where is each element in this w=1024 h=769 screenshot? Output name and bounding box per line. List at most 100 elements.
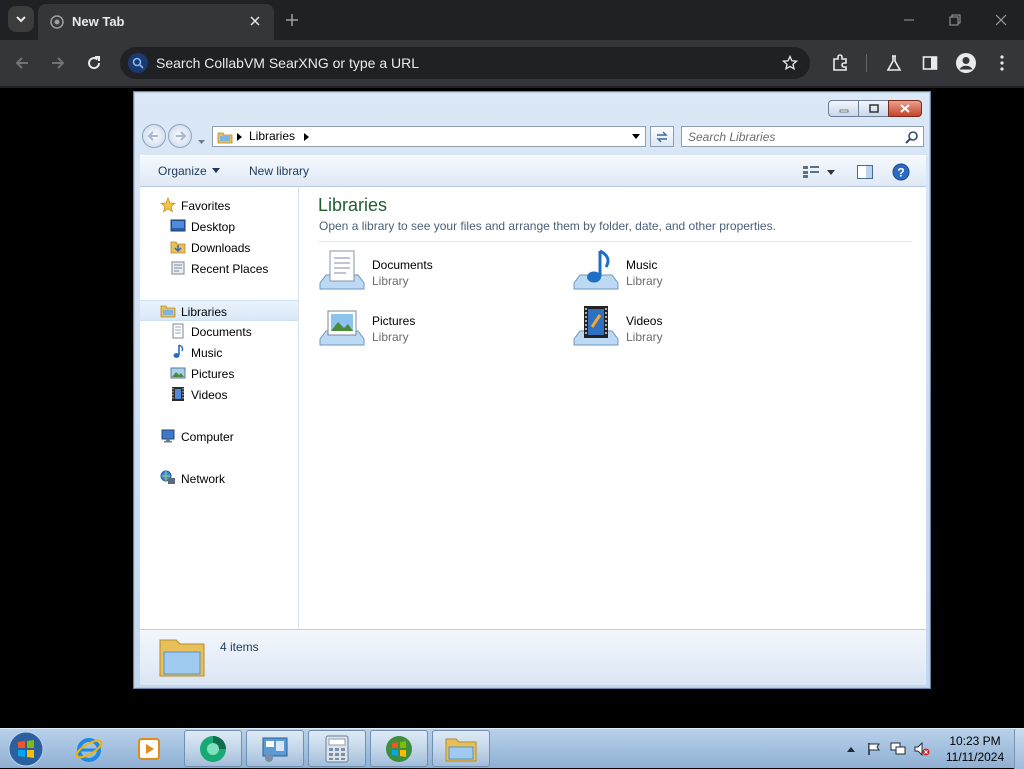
view-options-icon [803, 166, 819, 178]
item-count: 4 items [220, 640, 259, 654]
browser-frame: New Tab [0, 0, 1024, 88]
close-icon [900, 104, 910, 113]
minimize-button[interactable] [896, 8, 922, 32]
library-item-music[interactable]: Music Library [572, 249, 802, 299]
explorer-minimize-button[interactable] [828, 100, 858, 117]
taskbar-windows-app[interactable] [370, 730, 428, 767]
help-button[interactable]: ? [891, 163, 911, 181]
clock-date: 11/11/2024 [945, 750, 1005, 764]
explorer-forward-button[interactable] [168, 124, 192, 148]
tab-title: New Tab [72, 14, 125, 29]
breadcrumb-separator-icon[interactable] [304, 133, 309, 141]
reload-button[interactable] [81, 50, 107, 76]
library-item-videos[interactable]: Videos Library [572, 305, 802, 355]
nav-music[interactable]: Music [140, 342, 298, 363]
address-row: Libraries [140, 124, 926, 148]
address-bar[interactable]: Libraries [212, 126, 646, 147]
flask-icon [886, 55, 902, 71]
music-library-icon [573, 249, 619, 290]
breadcrumb-libraries[interactable]: Libraries [249, 129, 295, 143]
documents-library-icon [319, 250, 365, 290]
bookmark-star-button[interactable] [780, 53, 800, 73]
omnibox-input[interactable] [156, 53, 756, 73]
show-hidden-icons-button[interactable] [843, 741, 859, 757]
libraries-folder-icon [217, 132, 233, 144]
search-box[interactable] [681, 126, 924, 147]
nav-videos[interactable]: Videos [140, 384, 298, 405]
new-library-button[interactable]: New library [249, 164, 309, 178]
restore-button[interactable] [942, 8, 968, 32]
library-item-pictures[interactable]: Pictures Library [318, 305, 548, 355]
side-panel-button[interactable] [918, 51, 942, 75]
tab-close-button[interactable] [244, 10, 266, 32]
explorer-maximize-button[interactable] [858, 100, 888, 117]
start-button[interactable] [6, 731, 46, 767]
nav-pictures[interactable]: Pictures [140, 363, 298, 384]
library-type: Library [372, 274, 409, 288]
chevron-down-icon [198, 140, 205, 144]
organize-button[interactable]: Organize [158, 164, 220, 178]
nav-recent-places[interactable]: Recent Places [140, 258, 298, 279]
address-history-dropdown[interactable] [629, 129, 643, 144]
globe-icon [50, 15, 64, 29]
nav-libraries[interactable]: Libraries [140, 300, 298, 321]
recent-pages-dropdown[interactable] [197, 132, 206, 150]
nav-favorites[interactable]: Favorites [140, 195, 298, 216]
action-center-tray[interactable] [866, 741, 882, 757]
view-dropdown-button[interactable] [821, 163, 841, 181]
taskbar-browser-app[interactable] [184, 730, 242, 767]
system-clock[interactable]: 10:23 PM 11/11/2024 [940, 733, 1010, 765]
close-window-button[interactable] [988, 8, 1014, 32]
nav-desktop[interactable]: Desktop [140, 216, 298, 237]
plus-icon [286, 14, 298, 26]
explorer-body: Favorites Desktop Downloads Recent Place… [140, 187, 926, 629]
chevron-down-icon [211, 168, 220, 173]
change-view-button[interactable] [801, 163, 821, 181]
library-type: Library [626, 330, 663, 344]
refresh-arrows-icon [656, 131, 668, 142]
taskbar-media-player[interactable] [120, 730, 178, 767]
library-item-documents[interactable]: Documents Library [318, 249, 548, 299]
explorer-back-button[interactable] [142, 124, 166, 148]
labs-button[interactable] [882, 51, 906, 75]
nav-downloads[interactable]: Downloads [140, 237, 298, 258]
preview-pane-button[interactable] [855, 163, 875, 181]
profile-button[interactable] [954, 51, 978, 75]
extensions-button[interactable] [828, 51, 852, 75]
taskbar-calculator[interactable] [308, 730, 366, 767]
volume-tray[interactable] [914, 741, 930, 757]
windows-orb-icon [386, 735, 412, 762]
refresh-button[interactable] [650, 126, 674, 147]
nav-computer[interactable]: Computer [140, 426, 298, 447]
nav-recent-places-label: Recent Places [191, 262, 269, 276]
star-icon [160, 197, 176, 213]
toolbar-separator [866, 54, 867, 72]
arrow-right-icon [52, 57, 65, 69]
library-name: Documents [372, 258, 433, 272]
forward-button[interactable] [45, 50, 71, 76]
nav-documents[interactable]: Documents [140, 321, 298, 342]
nav-network[interactable]: Network [140, 468, 298, 489]
navigation-pane: Favorites Desktop Downloads Recent Place… [140, 187, 299, 629]
menu-button[interactable] [990, 51, 1014, 75]
network-tray[interactable] [890, 741, 906, 757]
new-tab-button[interactable] [280, 8, 304, 32]
nav-desktop-label: Desktop [191, 220, 236, 234]
close-icon [995, 14, 1007, 26]
nav-network-label: Network [181, 472, 226, 486]
videos-library-icon [573, 306, 619, 346]
content-pane: Libraries Open a library to see your fil… [300, 187, 926, 629]
nav-favorites-label: Favorites [181, 199, 231, 213]
explorer-close-button[interactable] [888, 100, 922, 117]
taskbar-windows-explorer[interactable] [432, 730, 490, 767]
show-desktop-button[interactable] [1014, 729, 1024, 769]
tab-search-button[interactable] [8, 6, 34, 32]
tab-new-tab[interactable]: New Tab [38, 4, 274, 40]
windows-logo-icon [8, 731, 44, 767]
taskbar-control-panel[interactable] [246, 730, 304, 767]
search-input[interactable] [688, 129, 898, 145]
star-icon [782, 55, 798, 71]
taskbar-internet-explorer[interactable] [60, 730, 118, 767]
omnibox[interactable] [120, 47, 810, 79]
back-button[interactable] [9, 50, 35, 76]
